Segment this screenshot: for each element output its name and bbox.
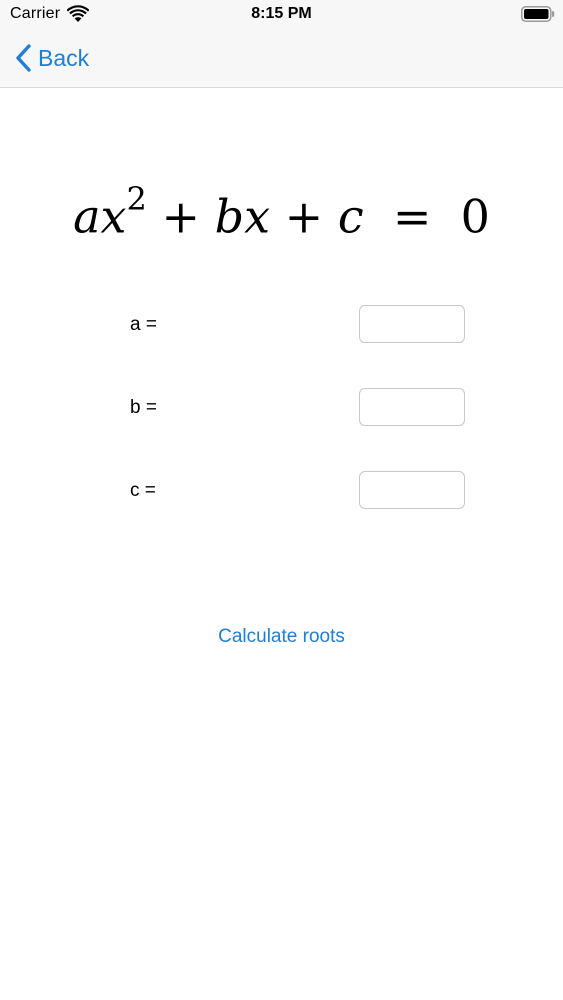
equation-term-x: x xyxy=(100,189,127,244)
coefficient-a-label: a = xyxy=(130,314,157,335)
equation-plus: + xyxy=(284,189,324,244)
status-bar: Carrier 8:15 PM xyxy=(0,0,563,30)
equation-plus: + xyxy=(161,189,200,244)
coefficient-b-input[interactable] xyxy=(359,388,465,426)
quadratic-equation: ax2 + bx + c = 0 xyxy=(0,170,563,251)
chevron-left-icon xyxy=(16,44,31,72)
status-time: 8:15 PM xyxy=(251,5,312,22)
coefficient-b-label: b = xyxy=(130,397,157,418)
back-button[interactable]: Back xyxy=(14,40,89,76)
equation-exponent: 2 xyxy=(126,180,147,218)
equation-term-c: c xyxy=(337,189,364,244)
equation-equals: = xyxy=(392,189,432,244)
back-label: Back xyxy=(38,44,90,71)
equation-term-a: a xyxy=(73,189,101,244)
equation-rhs: 0 xyxy=(460,189,490,244)
equation-term-b: b xyxy=(214,189,245,244)
equation-term-x: x xyxy=(244,189,271,244)
coefficient-a-input[interactable] xyxy=(359,305,465,343)
coefficient-c-input[interactable] xyxy=(359,471,465,509)
navigation-bar: Back xyxy=(0,30,563,88)
coefficient-c-label: c = xyxy=(130,480,156,501)
battery-icon xyxy=(521,6,555,22)
calculate-roots-button[interactable]: Calculate roots xyxy=(0,626,563,648)
